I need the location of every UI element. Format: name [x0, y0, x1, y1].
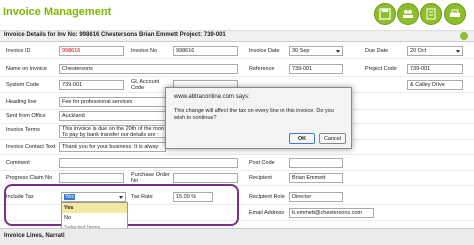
system-code-field[interactable]: 739-001	[59, 80, 124, 90]
invoice-terms-field[interactable]: This invoice is due on the 20th of the m…	[59, 125, 166, 138]
save-icon	[379, 8, 391, 20]
invoice-contact-label: Invoice Contact Text	[6, 144, 56, 150]
due-date-label: Due Date	[365, 48, 389, 54]
confirm-dialog: www.abtraconline.com says: This change w…	[165, 87, 352, 149]
invoice-no-field[interactable]: 998616	[173, 46, 238, 56]
report-button[interactable]	[420, 3, 442, 25]
progress-claim-field[interactable]	[59, 173, 124, 183]
form-row: Comment Post Code	[0, 156, 474, 171]
invoice-date-field[interactable]: 30 Sep	[289, 46, 343, 56]
report-icon	[426, 8, 436, 20]
post-code-label: Post Code	[249, 160, 275, 166]
invoice-terms-line2: To pay by bank transfer our details are …	[62, 132, 159, 138]
purchase-order-field[interactable]	[173, 173, 238, 183]
sent-from-office-label: Sent from Office	[6, 113, 46, 119]
system-code-label: System Code	[6, 82, 40, 88]
name-on-invoice-label: Name on invoice	[6, 66, 47, 72]
invoice-no-label: Invoice No	[131, 48, 157, 54]
section-title: Invoice Details for Inv No: 998616 Chest…	[4, 32, 226, 38]
reference-label: Reference	[249, 66, 275, 72]
recipient-role-field[interactable]: Director	[289, 192, 343, 202]
email-label: Email Address	[249, 210, 285, 216]
dropdown-option-yes[interactable]: Yes	[62, 203, 127, 213]
gl-account-code-label: GL Account Code	[131, 79, 160, 91]
invoice-terms-label: Invoice Terms	[6, 127, 40, 133]
comment-field[interactable]	[59, 158, 238, 168]
invoice-id-label: Invoice ID	[6, 48, 31, 54]
invoice-contact-field[interactable]: Thank you for your business. It is alway	[59, 142, 166, 152]
address-field[interactable]: & Calley Drive	[407, 80, 463, 90]
invoice-id-field[interactable]: 998616	[59, 46, 124, 56]
dialog-title: www.abtraconline.com says:	[174, 94, 250, 100]
comment-label: Comment	[6, 160, 30, 166]
print-icon	[450, 9, 460, 17]
reference-field[interactable]: 739-001	[289, 64, 343, 74]
print-button[interactable]	[444, 3, 466, 25]
project-code-field[interactable]: 739-001	[407, 64, 463, 74]
heading-line-label: Heading line	[6, 99, 37, 105]
people-icon	[403, 10, 413, 18]
due-date-field[interactable]: 20 Oct	[407, 46, 463, 56]
app-title: Invoice Management	[3, 6, 112, 18]
recipient-field[interactable]: Brian Emmett	[289, 173, 343, 183]
form-row: Invoice ID 998616 Invoice No 998616 Invo…	[0, 44, 474, 59]
name-on-invoice-field[interactable]: Chestersons	[59, 64, 238, 74]
recipient-role-label: Recipient Role	[249, 194, 285, 200]
email-field[interactable]: b.emmett@chestersons.com	[289, 208, 374, 218]
form-row: Name on invoice Chestersons Reference 73…	[0, 62, 474, 77]
recipient-label: Recipient	[249, 175, 272, 181]
ok-button[interactable]: OK	[289, 133, 315, 144]
dropdown-option-no[interactable]: No	[62, 213, 127, 223]
project-code-label: Project Code	[365, 66, 397, 72]
purchase-order-label: Purchase Order No	[131, 172, 170, 184]
collapse-icon[interactable]	[460, 32, 468, 40]
people-button[interactable]	[397, 3, 419, 25]
section-footer: Invoice Lines, Narrati	[0, 228, 474, 245]
footer-label: Invoice Lines, Narrati	[4, 233, 65, 239]
progress-claim-label: Progress Claim No	[6, 175, 53, 181]
invoice-date-label: Invoice Date	[249, 48, 280, 54]
section-header: Invoice Details for Inv No: 998616 Chest…	[0, 31, 474, 42]
post-code-field[interactable]	[289, 158, 343, 168]
save-button[interactable]	[374, 3, 396, 25]
dialog-message: This change will affect the tax on every…	[174, 108, 334, 121]
app-header: Invoice Management	[0, 0, 474, 31]
cancel-button[interactable]: Cancel	[319, 133, 346, 144]
